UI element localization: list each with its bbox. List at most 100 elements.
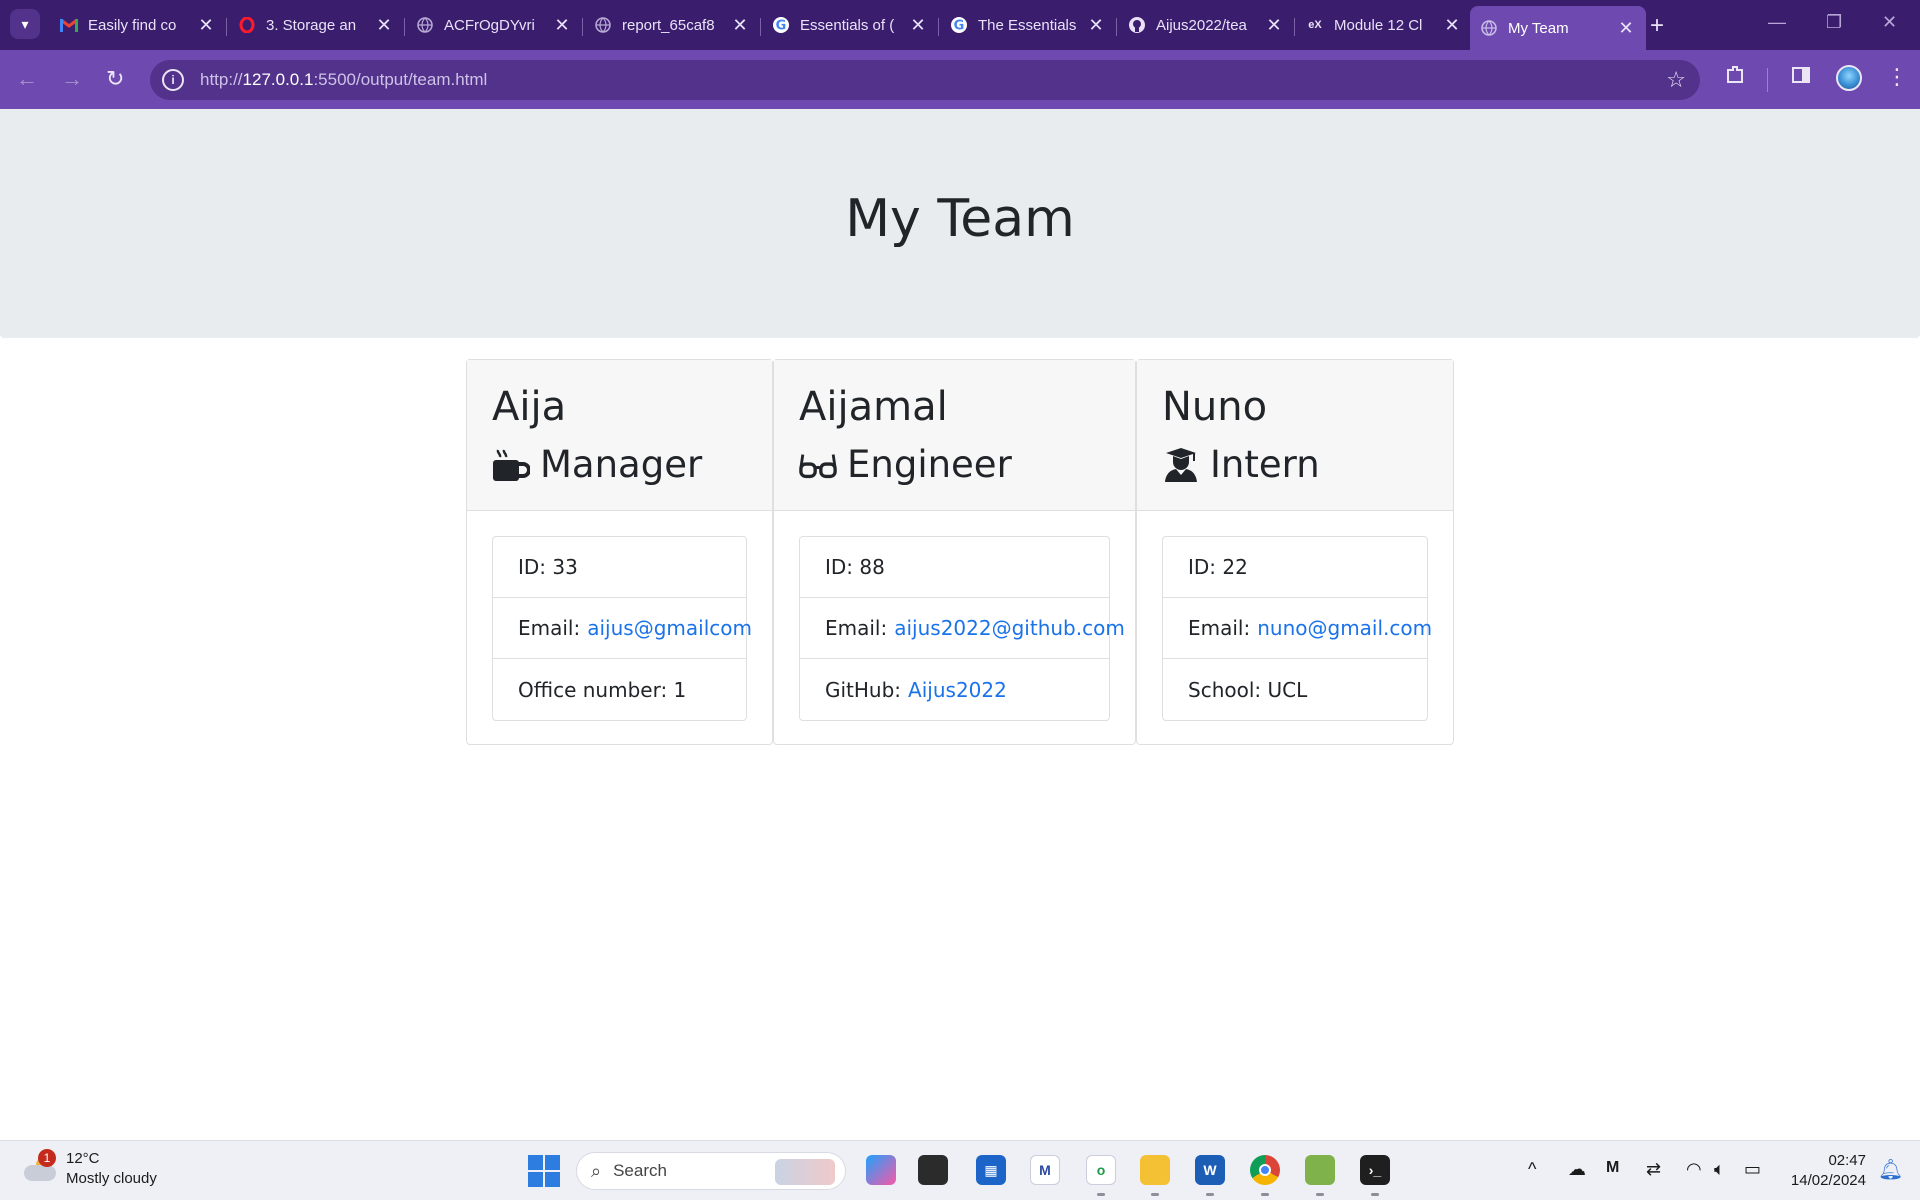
- detail-id: ID: 88: [800, 537, 1109, 598]
- detail-email: Email: aijus@gmailcom: [493, 598, 752, 659]
- employee-name: Aija: [492, 384, 567, 430]
- tab-0[interactable]: Easily find co ✕: [50, 8, 227, 42]
- tab-5[interactable]: G The Essentials ✕: [940, 8, 1117, 42]
- more-menu-icon[interactable]: ⋮: [1886, 64, 1908, 90]
- chrome-icon[interactable]: [1250, 1155, 1280, 1185]
- globe-icon: [1480, 19, 1498, 37]
- tab-search-button[interactable]: ▾: [10, 9, 40, 39]
- extensions-icon[interactable]: [1724, 64, 1746, 92]
- tab-title: report_65caf8: [622, 16, 715, 34]
- email-label: Email:: [518, 616, 581, 640]
- new-tab-button[interactable]: +: [1650, 12, 1664, 40]
- search-highlight-icon: [775, 1159, 835, 1185]
- tab-title: Module 12 Cl: [1334, 16, 1423, 34]
- edx-icon: eX: [1308, 19, 1322, 31]
- github-label: GitHub:: [825, 677, 902, 702]
- svg-text:G: G: [954, 19, 965, 34]
- minimize-icon[interactable]: —: [1768, 12, 1786, 33]
- role-label: Engineer: [847, 443, 1012, 486]
- globe-icon: [594, 16, 612, 34]
- url-text[interactable]: http://127.0.0.1:5500/output/team.html: [200, 70, 487, 90]
- employee-details: ID: 88 Email: aijus2022@github.com GitHub…: [799, 536, 1125, 721]
- copilot-icon[interactable]: [866, 1155, 896, 1185]
- close-icon[interactable]: ✕: [730, 15, 750, 36]
- app-m-icon[interactable]: M: [1030, 1155, 1060, 1185]
- task-view-icon[interactable]: [918, 1155, 948, 1185]
- url-host: 127.0.0.1: [242, 70, 314, 89]
- close-icon[interactable]: ✕: [1442, 15, 1462, 36]
- close-window-icon[interactable]: ✕: [1882, 12, 1897, 33]
- close-icon[interactable]: ✕: [1264, 15, 1284, 36]
- email-link[interactable]: aijus2022@github.com: [894, 616, 1125, 640]
- terminal-icon[interactable]: ›_: [1360, 1155, 1390, 1185]
- word-icon[interactable]: W: [1195, 1155, 1225, 1185]
- url-scheme: http://: [200, 70, 243, 89]
- tab-1[interactable]: 3. Storage an ✕: [228, 8, 405, 42]
- cloud-shape: [24, 1165, 56, 1181]
- tab-divider: [582, 18, 583, 36]
- role-label: Intern: [1210, 443, 1320, 486]
- wifi-icon[interactable]: ◠: [1686, 1159, 1702, 1180]
- battery-icon[interactable]: ▭: [1744, 1159, 1761, 1180]
- page-header: My Team: [0, 109, 1920, 338]
- tab-strip: ▾ Easily find co ✕ 3. Storage an ✕ ACFrO…: [0, 0, 1920, 50]
- address-bar[interactable]: i http://127.0.0.1:5500/output/team.html…: [150, 60, 1700, 100]
- close-icon[interactable]: ✕: [552, 15, 572, 36]
- office-value: 1: [673, 677, 687, 702]
- close-icon[interactable]: ✕: [1616, 18, 1636, 39]
- id-value: 22: [1222, 555, 1248, 579]
- tab-7[interactable]: eX Module 12 Cl ✕: [1296, 8, 1472, 42]
- app-key-icon[interactable]: o: [1086, 1155, 1116, 1185]
- github-link[interactable]: Aijus2022: [908, 678, 1007, 702]
- forward-arrow-icon[interactable]: →: [61, 66, 83, 92]
- app-green-icon[interactable]: [1305, 1155, 1335, 1185]
- page-title: My Team: [845, 189, 1075, 249]
- close-icon[interactable]: ✕: [374, 15, 394, 36]
- file-explorer-icon[interactable]: [1140, 1155, 1170, 1185]
- running-indicator: [1316, 1193, 1324, 1196]
- back-arrow-icon[interactable]: ←: [16, 66, 38, 92]
- bell-icon[interactable]: 🔔︎: [1878, 1157, 1903, 1182]
- employee-name: Nuno: [1162, 384, 1268, 430]
- tab-3[interactable]: report_65caf8 ✕: [584, 8, 761, 42]
- windows-start-icon[interactable]: [528, 1155, 560, 1187]
- id-value: 88: [859, 555, 885, 579]
- running-indicator: [1206, 1193, 1214, 1196]
- restore-icon[interactable]: ❐: [1826, 12, 1842, 33]
- tab-active[interactable]: My Team ✕: [1470, 6, 1646, 50]
- tab-6[interactable]: Aijus2022/tea ✕: [1118, 8, 1295, 42]
- tab-divider: [760, 18, 761, 36]
- github-icon: [1128, 16, 1146, 34]
- volume-icon[interactable]: 🔈︎: [1714, 1159, 1725, 1180]
- email-link[interactable]: aijus@gmailcom: [587, 616, 752, 640]
- onedrive-icon[interactable]: ☁: [1568, 1159, 1586, 1180]
- reload-icon[interactable]: ↻: [106, 66, 124, 92]
- search-icon: ⌕: [591, 1160, 602, 1181]
- google-icon: G: [772, 16, 790, 34]
- detail-email: Email: aijus2022@github.com: [800, 598, 1125, 659]
- employee-role: Engineer: [799, 436, 1110, 494]
- taskbar-search[interactable]: ⌕ Search: [576, 1152, 846, 1190]
- store-icon[interactable]: ▦: [976, 1155, 1006, 1185]
- card-header: Aijamal Engineer: [774, 360, 1135, 511]
- tab-title: 3. Storage an: [266, 16, 357, 34]
- network-transfer-icon[interactable]: ⇄: [1646, 1159, 1661, 1180]
- tab-2[interactable]: ACFrOgDYvri ✕: [406, 8, 583, 42]
- site-info-icon[interactable]: i: [162, 69, 184, 91]
- side-panel-icon[interactable]: [1790, 64, 1812, 92]
- app-tray-icon[interactable]: M: [1606, 1159, 1619, 1177]
- search-placeholder: Search: [613, 1161, 667, 1180]
- weather-temp: 12°C: [66, 1150, 100, 1167]
- close-icon[interactable]: ✕: [196, 15, 216, 36]
- close-icon[interactable]: ✕: [1086, 15, 1106, 36]
- profile-avatar[interactable]: [1836, 65, 1862, 91]
- clock[interactable]: 02:47 14/02/2024: [1786, 1151, 1866, 1191]
- bookmark-star-icon[interactable]: ☆: [1666, 67, 1686, 93]
- detail-id: ID: 33: [493, 537, 746, 598]
- school-value: UCL: [1267, 677, 1308, 702]
- weather-widget[interactable]: 1 12°C Mostly cloudy: [22, 1149, 157, 1189]
- chevron-up-icon[interactable]: ^: [1528, 1159, 1536, 1180]
- email-link[interactable]: nuno@gmail.com: [1257, 616, 1432, 640]
- tab-4[interactable]: G Essentials of ( ✕: [762, 8, 939, 42]
- close-icon[interactable]: ✕: [908, 15, 928, 36]
